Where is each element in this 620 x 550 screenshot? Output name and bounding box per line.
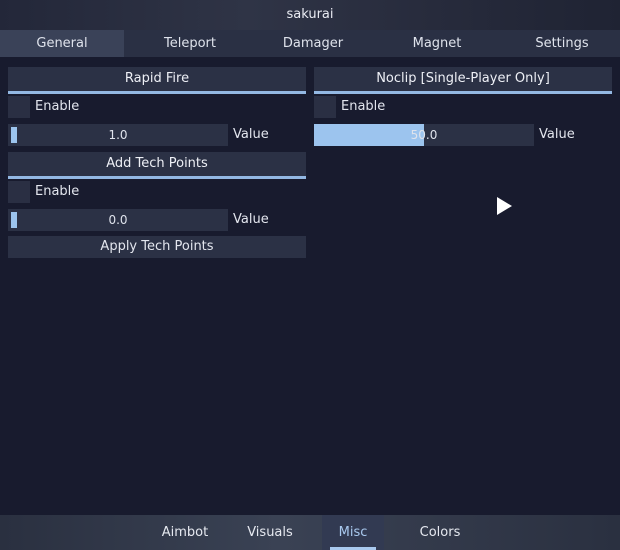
noclip-slider-value: 50.0 [410,128,438,142]
bottom-tab-bar: Aimbot Visuals Misc Colors [0,515,620,550]
noclip-value-slider[interactable]: 50.0 [314,124,534,146]
tab-magnet[interactable]: Magnet [370,30,504,57]
tab-damager[interactable]: Damager [256,30,370,57]
noclip-slider-label: Value [539,127,575,142]
tech-points-slider-value: 0.0 [108,213,128,227]
window-title: sakurai [0,0,620,30]
rapid-fire-enable-label: Enable [35,99,80,114]
rapid-fire-slider-value: 1.0 [108,128,128,142]
tech-points-value-slider[interactable]: 0.0 [8,209,228,231]
noclip-header: Noclip [Single-Player Only] [314,67,612,94]
tech-points-header: Add Tech Points [8,152,306,179]
tech-points-enable-label: Enable [35,184,80,199]
tab-teleport[interactable]: Teleport [124,30,256,57]
top-tab-bar: General Teleport Damager Magnet Settings [0,30,620,57]
noclip-enable-checkbox[interactable] [314,96,336,118]
tab-visuals[interactable]: Visuals [238,515,302,550]
tab-general[interactable]: General [0,30,124,57]
noclip-enable-label: Enable [341,99,386,114]
content-panel: Rapid Fire Enable 1.0 Value Add Tech Poi… [0,57,620,515]
rapid-fire-enable-checkbox[interactable] [8,96,30,118]
tab-aimbot[interactable]: Aimbot [154,515,216,550]
tab-colors[interactable]: Colors [406,515,474,550]
rapid-fire-value-slider[interactable]: 1.0 [8,124,228,146]
tab-misc-label: Misc [338,525,368,540]
tech-points-slider-label: Value [233,212,269,227]
rapid-fire-header: Rapid Fire [8,67,306,94]
apply-tech-points-button[interactable]: Apply Tech Points [8,236,306,258]
mouse-cursor-icon [497,197,512,215]
tech-points-enable-checkbox[interactable] [8,181,30,203]
tab-settings[interactable]: Settings [504,30,620,57]
tab-misc[interactable]: Misc [322,515,384,550]
rapid-fire-slider-label: Value [233,127,269,142]
